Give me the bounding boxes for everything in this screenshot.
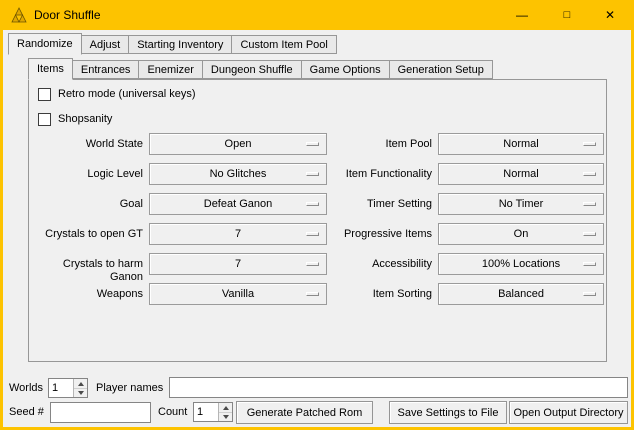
item-functionality-dropdown[interactable]: Normal bbox=[438, 163, 604, 185]
tab-custom-item-pool[interactable]: Custom Item Pool bbox=[231, 35, 336, 54]
retro-mode-label: Retro mode (universal keys) bbox=[58, 88, 196, 100]
crystals-gt-label: Crystals to open GT bbox=[29, 228, 143, 241]
weapons-value: Vanilla bbox=[222, 288, 254, 300]
spin-down-icon[interactable] bbox=[74, 388, 87, 397]
app-window: Door Shuffle — □ ✕ Randomize Adjust Star… bbox=[0, 0, 634, 430]
spin-up-icon[interactable] bbox=[74, 379, 87, 388]
goal-value: Defeat Ganon bbox=[204, 198, 273, 210]
tab-starting-inventory[interactable]: Starting Inventory bbox=[128, 35, 232, 54]
window-title: Door Shuffle bbox=[34, 8, 101, 22]
spin-down-icon[interactable] bbox=[219, 412, 232, 421]
world-state-label: World State bbox=[29, 138, 143, 151]
item-sorting-dropdown[interactable]: Balanced bbox=[438, 283, 604, 305]
checkbox-icon[interactable] bbox=[38, 88, 51, 101]
maximize-button[interactable]: □ bbox=[545, 1, 589, 29]
item-pool-value: Normal bbox=[503, 138, 538, 150]
spin-up-icon[interactable] bbox=[219, 403, 232, 412]
timer-setting-value: No Timer bbox=[499, 198, 544, 210]
timer-setting-label: Timer Setting bbox=[301, 198, 432, 211]
checkbox-icon[interactable] bbox=[38, 113, 51, 126]
tab-generation-setup[interactable]: Generation Setup bbox=[389, 60, 493, 79]
close-button[interactable]: ✕ bbox=[588, 1, 632, 29]
item-pool-label: Item Pool bbox=[301, 138, 432, 151]
generate-patched-rom-button[interactable]: Generate Patched Rom bbox=[236, 401, 373, 424]
dropdown-indicator-icon bbox=[583, 232, 596, 236]
save-settings-button[interactable]: Save Settings to File bbox=[389, 401, 507, 424]
count-spinbox[interactable] bbox=[193, 402, 233, 422]
tab-items[interactable]: Items bbox=[28, 58, 73, 80]
titlebar[interactable]: Door Shuffle — □ ✕ bbox=[0, 0, 634, 30]
tab-game-options[interactable]: Game Options bbox=[301, 60, 390, 79]
crystals-ganon-label: Crystals to harm Ganon bbox=[29, 258, 143, 284]
count-label: Count bbox=[158, 406, 187, 419]
items-pane: Retro mode (universal keys) Shopsanity W… bbox=[28, 79, 607, 362]
goal-label: Goal bbox=[29, 198, 143, 211]
client-area: Randomize Adjust Starting Inventory Cust… bbox=[3, 30, 631, 427]
item-pool-dropdown[interactable]: Normal bbox=[438, 133, 604, 155]
count-input[interactable] bbox=[194, 403, 218, 421]
open-output-directory-button[interactable]: Open Output Directory bbox=[509, 401, 628, 424]
dropdown-indicator-icon bbox=[583, 172, 596, 176]
logic-level-value: No Glitches bbox=[210, 168, 267, 180]
accessibility-dropdown[interactable]: 100% Locations bbox=[438, 253, 604, 275]
tab-entrances[interactable]: Entrances bbox=[72, 60, 140, 79]
timer-setting-dropdown[interactable]: No Timer bbox=[438, 193, 604, 215]
progressive-items-value: On bbox=[514, 228, 529, 240]
worlds-label: Worlds bbox=[9, 382, 43, 395]
player-names-label: Player names bbox=[96, 382, 163, 395]
tab-adjust[interactable]: Adjust bbox=[81, 35, 130, 54]
worlds-spinbox[interactable] bbox=[48, 378, 88, 398]
player-names-input[interactable] bbox=[169, 377, 628, 398]
shopsanity-checkbox-row[interactable]: Shopsanity bbox=[38, 111, 112, 127]
item-sorting-label: Item Sorting bbox=[301, 288, 432, 301]
shopsanity-label: Shopsanity bbox=[58, 113, 112, 125]
item-sorting-value: Balanced bbox=[498, 288, 544, 300]
outer-tab-bar: Randomize Adjust Starting Inventory Cust… bbox=[8, 33, 337, 54]
seed-label: Seed # bbox=[9, 406, 44, 419]
accessibility-label: Accessibility bbox=[301, 258, 432, 271]
crystals-gt-value: 7 bbox=[235, 228, 241, 240]
minimize-button[interactable]: — bbox=[500, 1, 544, 29]
tab-enemizer[interactable]: Enemizer bbox=[138, 60, 202, 79]
progressive-items-dropdown[interactable]: On bbox=[438, 223, 604, 245]
worlds-input[interactable] bbox=[49, 379, 73, 397]
spinner-buttons bbox=[73, 379, 87, 397]
inner-tab-bar: Items Entrances Enemizer Dungeon Shuffle… bbox=[28, 58, 493, 79]
crystals-ganon-value: 7 bbox=[235, 258, 241, 270]
world-state-value: Open bbox=[225, 138, 252, 150]
dropdown-indicator-icon bbox=[583, 262, 596, 266]
tab-dungeon-shuffle[interactable]: Dungeon Shuffle bbox=[202, 60, 302, 79]
tab-randomize[interactable]: Randomize bbox=[8, 33, 82, 55]
logic-level-label: Logic Level bbox=[29, 168, 143, 181]
seed-input[interactable] bbox=[50, 402, 151, 423]
retro-mode-checkbox-row[interactable]: Retro mode (universal keys) bbox=[38, 86, 196, 102]
weapons-label: Weapons bbox=[29, 288, 143, 301]
accessibility-value: 100% Locations bbox=[482, 258, 560, 270]
spinner-buttons bbox=[218, 403, 232, 421]
progressive-items-label: Progressive Items bbox=[301, 228, 432, 241]
item-functionality-value: Normal bbox=[503, 168, 538, 180]
item-functionality-label: Item Functionality bbox=[301, 168, 432, 181]
dropdown-indicator-icon bbox=[583, 292, 596, 296]
dropdown-indicator-icon bbox=[583, 202, 596, 206]
dropdown-indicator-icon bbox=[583, 142, 596, 146]
triforce-icon[interactable] bbox=[11, 7, 27, 23]
